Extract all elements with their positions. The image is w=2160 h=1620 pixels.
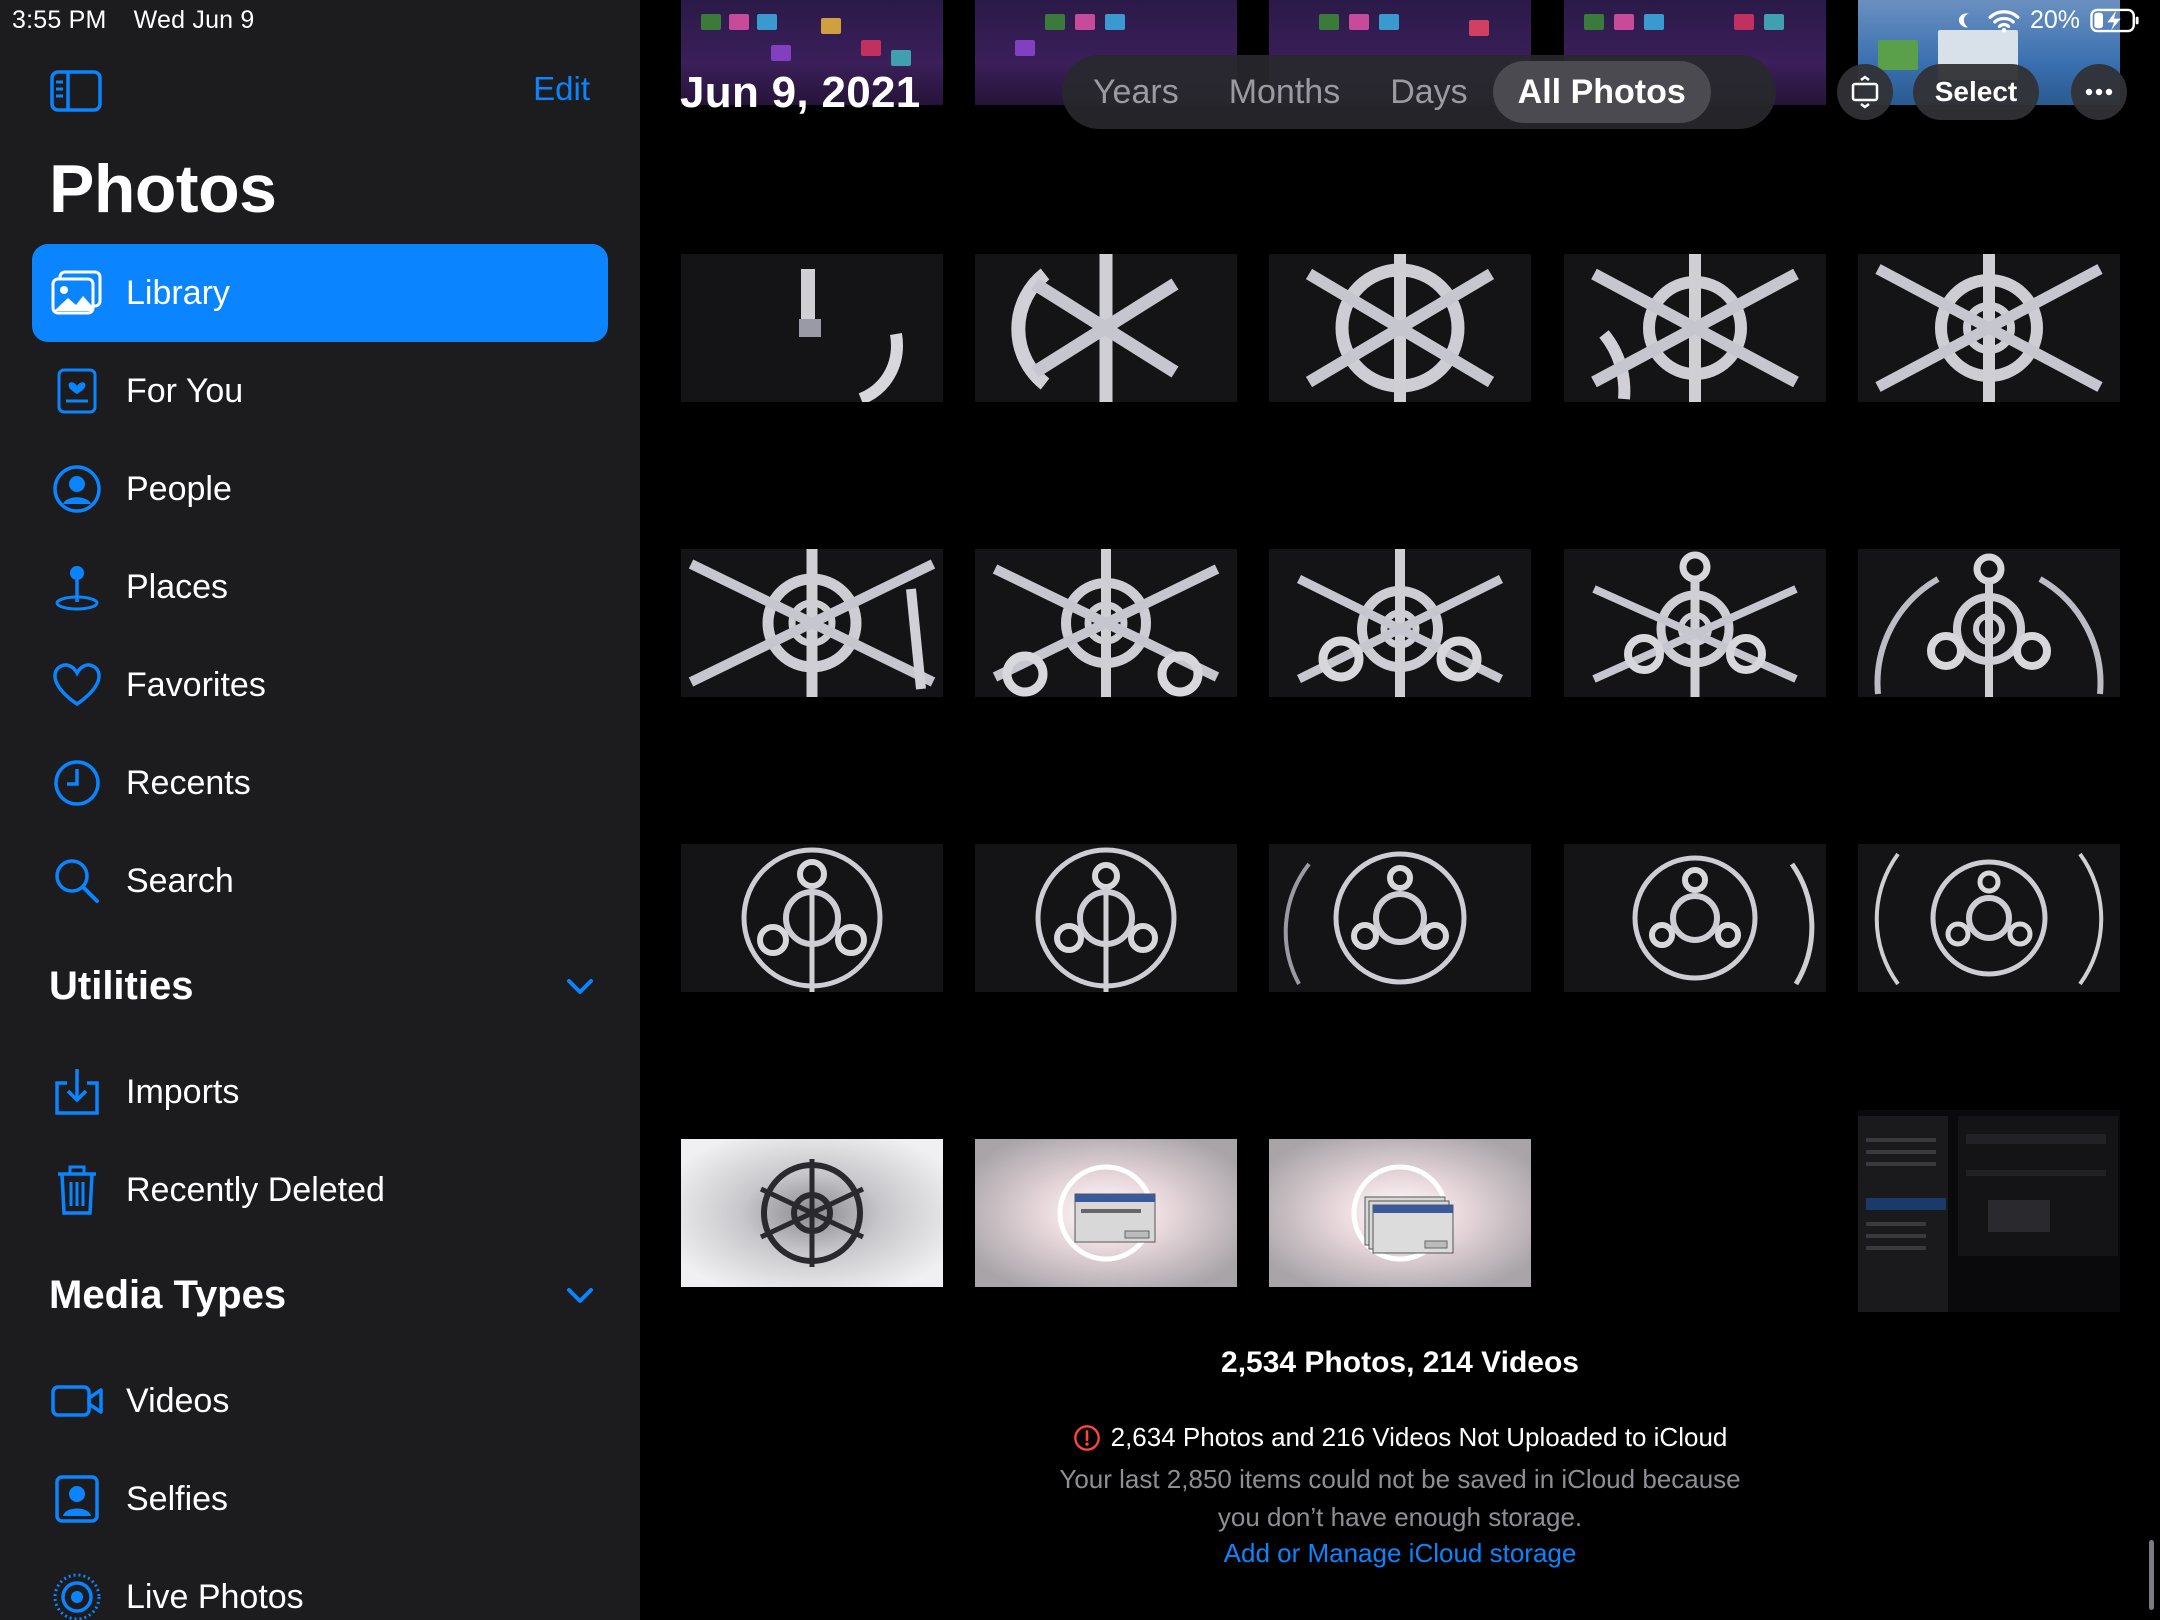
sidebar-item-places[interactable]: Places (32, 538, 608, 636)
sidebar-item-recently-deleted[interactable]: Recently Deleted (32, 1141, 608, 1239)
sidebar-item-live-photos[interactable]: Live Photos (32, 1548, 608, 1620)
sidebar: 3:55 PM Wed Jun 9 Edit Photos Library Fo… (0, 0, 640, 1620)
photo-thumbnail[interactable] (1858, 1110, 2120, 1312)
utilities-title: Utilities (49, 963, 194, 1008)
battery-percent: 20% (2029, 6, 2080, 34)
sidebar-item-people[interactable]: People (32, 440, 608, 538)
photo-thumbnail[interactable] (1858, 549, 2120, 697)
sidebar-item-label: Selfies (126, 1479, 229, 1518)
chevron-down-icon[interactable] (563, 1278, 597, 1312)
tab-months[interactable]: Months (1204, 61, 1366, 123)
utilities-section-header[interactable]: Utilities (49, 956, 609, 1016)
date-title: Jun 9, 2021 (680, 68, 921, 117)
more-icon (2085, 88, 2113, 96)
wifi-icon (1988, 9, 2020, 33)
sidebar-toggle-icon[interactable] (50, 70, 102, 112)
sidebar-item-label: Live Photos (126, 1577, 304, 1616)
sidebar-title: Photos (49, 151, 277, 227)
scrollbar[interactable] (2149, 1540, 2154, 1610)
manage-icloud-storage-link[interactable]: Add or Manage iCloud storage (640, 1538, 2160, 1569)
sidebar-item-search[interactable]: Search (32, 832, 608, 930)
photo-thumbnail[interactable] (975, 844, 1237, 992)
photo-thumbnail[interactable] (1269, 549, 1531, 697)
sidebar-item-label: Places (126, 567, 229, 606)
exclamation-icon (1073, 1424, 1100, 1451)
view-segmented-control: Years Months Days All Photos (1062, 55, 1776, 129)
moon-icon (1958, 12, 1969, 27)
map-pin-icon (50, 560, 104, 614)
icloud-note-line: you don’t have enough storage. (1217, 1502, 1583, 1532)
icloud-warning-text: 2,634 Photos and 216 Videos Not Uploaded… (1110, 1422, 1728, 1452)
heart-icon (50, 658, 104, 712)
more-button[interactable] (2071, 64, 2127, 120)
select-button[interactable]: Select (1913, 64, 2039, 120)
photo-thumbnail[interactable] (681, 844, 943, 992)
sidebar-item-library[interactable]: Library (32, 244, 608, 342)
photo-thumbnail[interactable] (681, 1139, 943, 1287)
status-bar-left: 3:55 PM Wed Jun 9 (12, 6, 275, 35)
photo-thumbnail[interactable] (1269, 844, 1531, 992)
aspect-ratio-button[interactable] (1837, 64, 1893, 120)
sidebar-item-videos[interactable]: Videos (32, 1352, 608, 1450)
icloud-note-line: Your last 2,850 items could not be saved… (1059, 1464, 1741, 1494)
sidebar-item-selfies[interactable]: Selfies (32, 1450, 608, 1548)
tab-all-photos[interactable]: All Photos (1492, 61, 1711, 123)
photo-thumbnail[interactable] (681, 549, 943, 697)
status-bar-right: 20% (1956, 6, 2140, 35)
photo-thumbnail[interactable] (975, 254, 1237, 402)
sidebar-item-favorites[interactable]: Favorites (32, 636, 608, 734)
edit-button[interactable]: Edit (533, 70, 590, 108)
video-icon (50, 1374, 104, 1428)
aspect-ratio-icon (1851, 75, 1879, 109)
status-time: 3:55 PM (12, 6, 107, 34)
photo-thumbnail[interactable] (1564, 844, 1826, 992)
battery-charging-icon (2090, 8, 2139, 33)
icloud-note: Your last 2,850 items could not be saved… (640, 1460, 2160, 1536)
photo-thumbnail[interactable] (1269, 1139, 1531, 1287)
library-summary: 2,534 Photos, 214 Videos (1221, 1346, 1579, 1379)
photo-thumbnail[interactable] (975, 549, 1237, 697)
photo-library-icon (50, 266, 104, 320)
sidebar-item-imports[interactable]: Imports (32, 1043, 608, 1141)
sidebar-item-label: People (126, 469, 232, 508)
photo-thumbnail[interactable] (1269, 254, 1531, 402)
trash-icon (50, 1163, 104, 1217)
media-types-title: Media Types (49, 1272, 287, 1317)
search-icon (50, 854, 104, 908)
sidebar-item-label: For You (126, 371, 244, 410)
sidebar-item-label: Videos (126, 1381, 230, 1420)
photo-thumbnail[interactable] (1858, 254, 2120, 402)
photo-library-grid: Jun 9, 2021 Years Months Days All Photos… (640, 0, 2160, 1620)
photo-thumbnail[interactable] (975, 1139, 1237, 1287)
live-photo-icon (50, 1570, 104, 1620)
photo-thumbnail[interactable] (1564, 254, 1826, 402)
clock-icon (50, 756, 104, 810)
for-you-icon (50, 364, 104, 418)
photo-thumbnail[interactable] (681, 254, 943, 402)
sidebar-item-for-you[interactable]: For You (32, 342, 608, 440)
tab-days[interactable]: Days (1365, 61, 1492, 123)
sidebar-item-label: Favorites (126, 665, 266, 704)
status-date: Wed Jun 9 (133, 6, 255, 34)
tab-years[interactable]: Years (1068, 61, 1204, 123)
sidebar-item-label: Recently Deleted (126, 1170, 385, 1209)
sidebar-item-label: Imports (126, 1072, 240, 1111)
sidebar-item-label: Library (126, 273, 230, 312)
sidebar-item-label: Search (126, 861, 234, 900)
photo-thumbnail[interactable] (1564, 549, 1826, 697)
icloud-warning: 2,634 Photos and 216 Videos Not Uploaded… (640, 1422, 2160, 1453)
import-icon (50, 1065, 104, 1119)
chevron-down-icon[interactable] (563, 969, 597, 1003)
selfie-icon (50, 1472, 104, 1526)
sidebar-item-label: Recents (126, 763, 251, 802)
media-types-section-header[interactable]: Media Types (49, 1265, 609, 1325)
photo-thumbnail[interactable] (1858, 844, 2120, 992)
person-icon (50, 462, 104, 516)
sidebar-item-recents[interactable]: Recents (32, 734, 608, 832)
